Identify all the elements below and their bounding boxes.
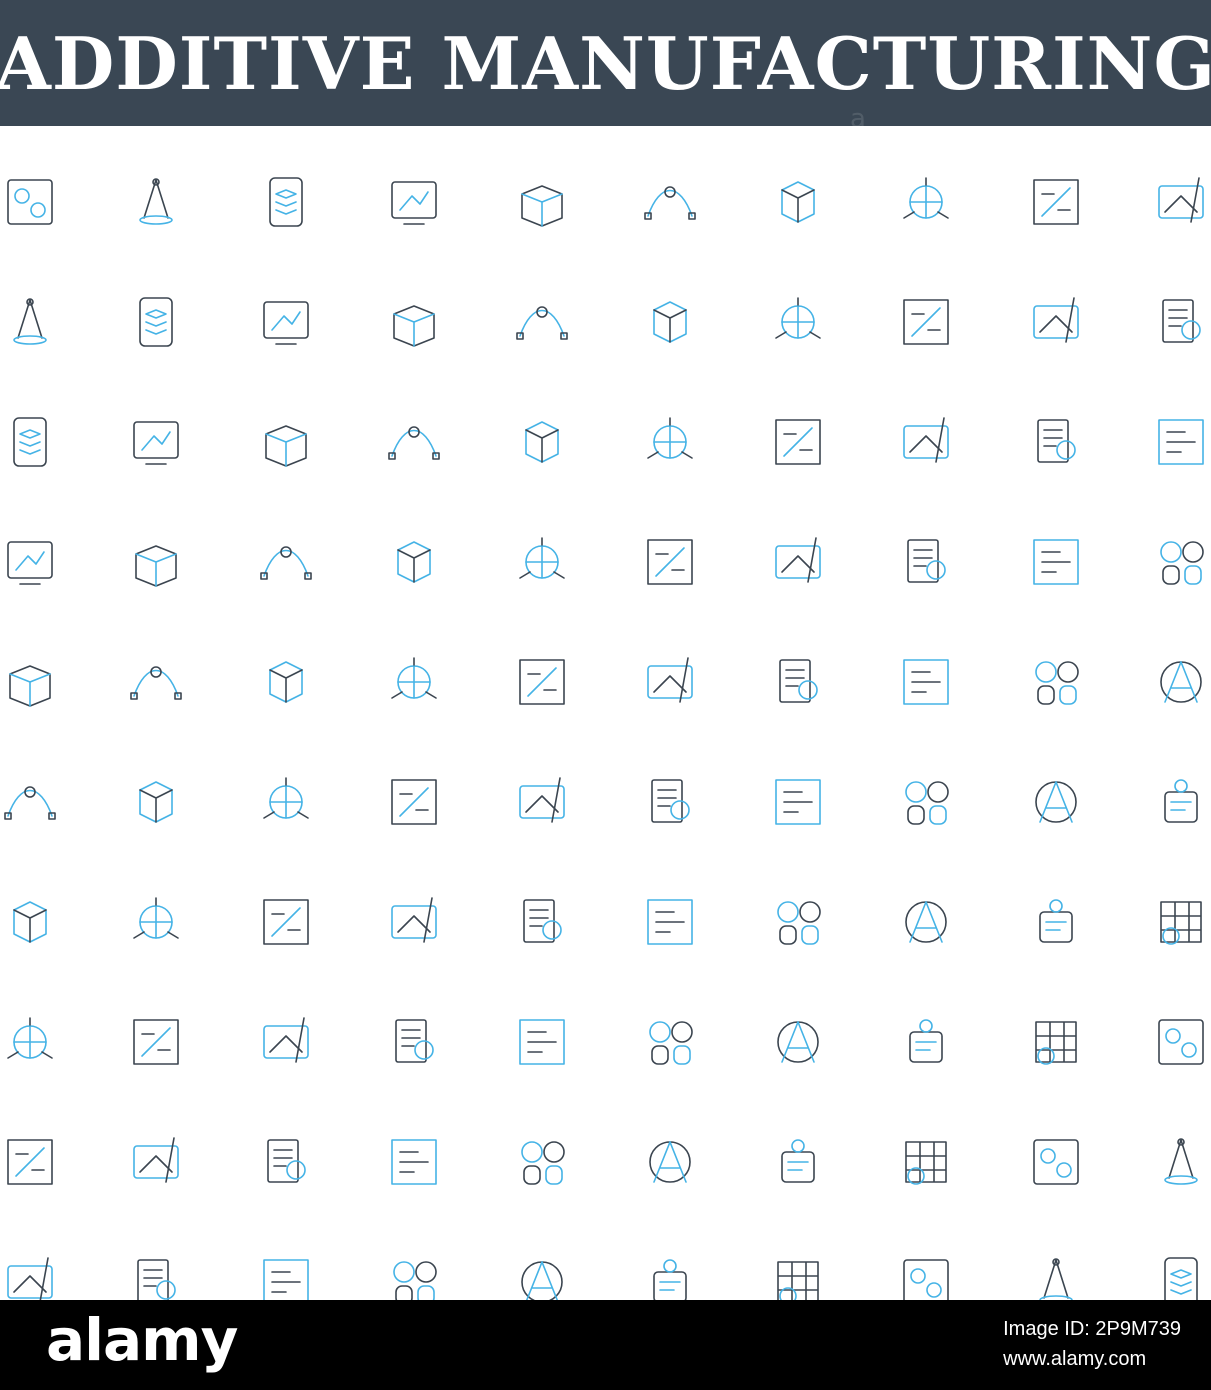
robot-gripper-icon: [1151, 532, 1211, 592]
robot-bolt-icon: [0, 772, 60, 832]
laptop-process-icon: [0, 412, 60, 472]
engineer-worker-icon: [384, 412, 444, 472]
round-dashboard-icon: [256, 1132, 316, 1192]
female-engineer-icon: [640, 772, 700, 832]
robot-vehicle-icon: [256, 772, 316, 832]
gear-bulb-icon: [1026, 772, 1086, 832]
circuit-board-icon: [384, 652, 444, 712]
grid-pencil-icon: [1151, 172, 1211, 232]
hexagon-boxes-icon: [0, 292, 60, 352]
blueprint-icon: [0, 172, 60, 232]
robot-document-icon: [1026, 652, 1086, 712]
ai-robot-icon: [512, 652, 572, 712]
robot-arm-small-icon: [256, 892, 316, 952]
ai-head-icon: [896, 1012, 956, 1072]
robotic-arm-icon: [640, 412, 700, 472]
shapes-icon: [512, 172, 572, 232]
code-window-icon: [256, 532, 316, 592]
hand-sensor-icon: [0, 892, 60, 952]
robot-figure-icon: [384, 1012, 444, 1072]
image-id-label: Image ID: 2P9M739: [1003, 1318, 1181, 1340]
robot-laptop-icon: [768, 652, 828, 712]
keyboard-icon: [384, 1132, 444, 1192]
industrial-robot-icon: [512, 532, 572, 592]
gear-network-icon: [768, 892, 828, 952]
robot-assistant-icon: [896, 412, 956, 472]
robot-network-icon: [640, 652, 700, 712]
perspective-road-icon: [126, 292, 186, 352]
document-search-icon: [768, 172, 828, 232]
floor-plan-icon: [384, 292, 444, 352]
page-title: ADDITIVE MANUFACTURING: [0, 20, 1211, 106]
monitor-chart-icon: [1151, 412, 1211, 472]
cnc-machine-icon: [126, 532, 186, 592]
bullet-train-icon: [512, 1012, 572, 1072]
head-phone-icon: [256, 1012, 316, 1072]
vr-controller-icon: [1026, 1132, 1086, 1192]
robot-gears-icon: [0, 532, 60, 592]
robot-arms-icon: [256, 412, 316, 472]
humanoid-face-icon: [768, 532, 828, 592]
disc-rotate-icon: [1151, 292, 1211, 352]
robot-speakers-icon: [896, 652, 956, 712]
android-head-icon: [896, 892, 956, 952]
remote-control-icon: [1151, 652, 1211, 712]
monitor-tools-icon: [512, 412, 572, 472]
robot-body-icon: [256, 652, 316, 712]
chip-gear-icon: [640, 892, 700, 952]
title-banner: ADDITIVE MANUFACTURING a: [0, 0, 1211, 134]
conveyor-icon: [384, 892, 444, 952]
document-files-icon: [768, 292, 828, 352]
robot-claw-icon: [768, 772, 828, 832]
robot-head-icon: [0, 1012, 60, 1072]
tablet-touch-icon: [1026, 1012, 1086, 1072]
phone-layers-icon: [512, 292, 572, 352]
tow-truck-icon: [1026, 892, 1086, 952]
manual-book-icon: [512, 772, 572, 832]
idea-ladder-icon: [256, 172, 316, 232]
robotic-press-icon: [640, 532, 700, 592]
snake-robot-icon: [768, 1012, 828, 1072]
design-tools-icon: [640, 292, 700, 352]
tower-signal-icon: [0, 652, 60, 712]
autonomous-car-icon: [512, 892, 572, 952]
vr-user-icon: [126, 652, 186, 712]
vr-dome-icon: [1151, 1132, 1211, 1192]
site-url: www.alamy.com: [1003, 1348, 1147, 1370]
blueprint-ruler-icon: [1026, 172, 1086, 232]
factory-robot-icon: [768, 412, 828, 472]
image-gallery-icon: [896, 292, 956, 352]
glove-sensor-icon: [512, 1132, 572, 1192]
globe-pin-icon: [126, 1012, 186, 1072]
usb-wifi-icon: [0, 1132, 60, 1192]
hands-gear-icon: [640, 1012, 700, 1072]
image-meta: Image ID: 2P9M739 www.alamy.com: [1003, 1314, 1181, 1374]
target-data-icon: [896, 532, 956, 592]
globe-gamepad-icon: [126, 1132, 186, 1192]
resize-frame-icon: [1026, 292, 1086, 352]
drone-controller-icon: [126, 412, 186, 472]
bezier-path-icon: [384, 172, 444, 232]
globe-arrows-icon: [126, 172, 186, 232]
footer-banner: alamy Image ID: 2P9M739 www.alamy.com: [0, 1300, 1211, 1390]
laptop-robot-icon: [126, 772, 186, 832]
video-360-icon: [640, 1132, 700, 1192]
alamy-logo: alamy: [46, 1306, 238, 1374]
open-box-icon: [256, 292, 316, 352]
compass-drawing-icon: [896, 172, 956, 232]
robotic-arm-factory-icon: [1151, 772, 1211, 832]
cloud-idea-icon: [896, 772, 956, 832]
vr-laptop-icon: [896, 1132, 956, 1192]
vr-camera-icon: [126, 892, 186, 952]
hover-drone-icon: [1026, 532, 1086, 592]
robot-vacuum-icon: [384, 532, 444, 592]
tablet-vr-icon: [768, 1132, 828, 1192]
icon-grid: [0, 126, 1211, 1307]
robot-screen-icon: [1026, 412, 1086, 472]
tablet-design-icon: [640, 172, 700, 232]
microchip-icon: [384, 772, 444, 832]
tablet-stars-icon: [1151, 1012, 1211, 1072]
quadcopter-icon: [1151, 892, 1211, 952]
